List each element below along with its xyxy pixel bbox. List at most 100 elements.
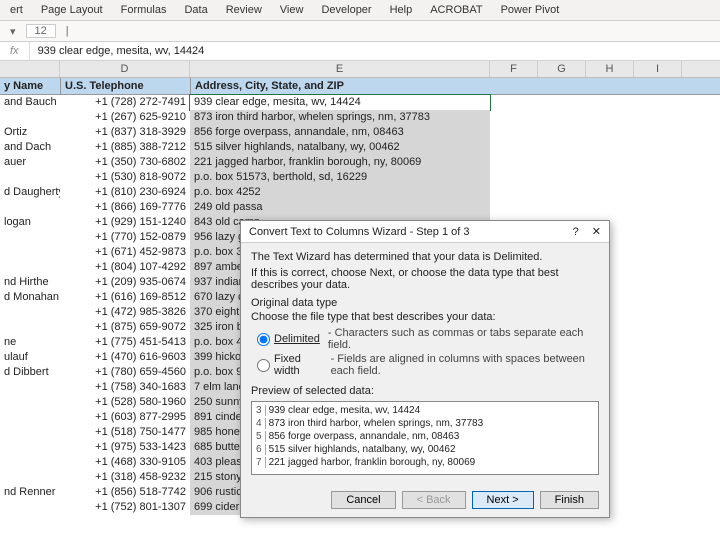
cell-addr[interactable]: 249 old passa xyxy=(190,200,490,215)
formula-value[interactable]: 939 clear edge, mesita, wv, 14424 xyxy=(30,42,213,60)
header-phone[interactable]: U.S. Telephone xyxy=(60,78,190,94)
cell-name[interactable] xyxy=(0,320,60,335)
cell-name[interactable] xyxy=(0,170,60,185)
tab-developer[interactable]: Developer xyxy=(321,4,371,16)
tab-formulas[interactable]: Formulas xyxy=(121,4,167,16)
cell-name[interactable]: Ortiz xyxy=(0,125,60,140)
cell-addr[interactable]: 939 clear edge, mesita, wv, 14424 xyxy=(190,95,490,110)
font-dropdown-icon[interactable]: ▾ xyxy=(10,25,16,38)
table-row[interactable]: +1 (530) 818-9072p.o. box 51573, berthol… xyxy=(0,170,720,185)
cell-name[interactable]: ulauf xyxy=(0,350,60,365)
tab-acrobat[interactable]: ACROBAT xyxy=(430,4,482,16)
cell-phone[interactable]: +1 (804) 107-4292 xyxy=(60,260,190,275)
cell-name[interactable] xyxy=(0,425,60,440)
cancel-button[interactable]: Cancel xyxy=(331,491,395,509)
cell-name[interactable] xyxy=(0,500,60,515)
cell-name[interactable]: and Bauch xyxy=(0,95,60,110)
cell-phone[interactable]: +1 (875) 659-9072 xyxy=(60,320,190,335)
cell-name[interactable]: d Daugherty xyxy=(0,185,60,200)
cell-phone[interactable]: +1 (616) 169-8512 xyxy=(60,290,190,305)
tab-page-layout[interactable]: Page Layout xyxy=(41,4,103,16)
cell-phone[interactable]: +1 (810) 230-6924 xyxy=(60,185,190,200)
back-button[interactable]: < Back xyxy=(402,491,466,509)
cell-addr[interactable]: p.o. box 4252 xyxy=(190,185,490,200)
cell-phone[interactable]: +1 (468) 330-9105 xyxy=(60,455,190,470)
preview-box[interactable]: 3939 clear edge, mesita, wv, 144244873 i… xyxy=(251,401,599,475)
table-row[interactable]: +1 (267) 625-9210873 iron third harbor, … xyxy=(0,110,720,125)
cell-addr[interactable]: 515 silver highlands, natalbany, wy, 004… xyxy=(190,140,490,155)
col-header-i[interactable]: I xyxy=(634,61,682,77)
cell-name[interactable] xyxy=(0,245,60,260)
col-header-h[interactable]: H xyxy=(586,61,634,77)
finish-button[interactable]: Finish xyxy=(540,491,599,509)
radio-delimited[interactable] xyxy=(257,333,270,346)
table-row[interactable]: d Daugherty+1 (810) 230-6924p.o. box 425… xyxy=(0,185,720,200)
cell-name[interactable]: d Monahan xyxy=(0,290,60,305)
cell-phone[interactable]: +1 (530) 818-9072 xyxy=(60,170,190,185)
table-row[interactable]: and Dach+1 (885) 388-7212515 silver high… xyxy=(0,140,720,155)
tab-data[interactable]: Data xyxy=(184,4,207,16)
radio-fixed-label[interactable]: Fixed width xyxy=(274,353,323,377)
radio-delimited-label[interactable]: Delimited xyxy=(274,333,320,345)
cell-phone[interactable]: +1 (775) 451-5413 xyxy=(60,335,190,350)
table-row[interactable]: and Bauch+1 (728) 272-7491939 clear edge… xyxy=(0,95,720,110)
cell-addr[interactable]: 856 forge overpass, annandale, nm, 08463 xyxy=(190,125,490,140)
cell-phone[interactable]: +1 (472) 985-3826 xyxy=(60,305,190,320)
cell-name[interactable]: auer xyxy=(0,155,60,170)
cell-name[interactable] xyxy=(0,305,60,320)
cell-phone[interactable]: +1 (752) 801-1307 xyxy=(60,500,190,515)
cell-name[interactable] xyxy=(0,200,60,215)
cell-name[interactable] xyxy=(0,260,60,275)
fx-label[interactable]: fx xyxy=(0,42,30,60)
header-name[interactable]: y Name xyxy=(0,78,60,94)
table-row[interactable]: Ortiz+1 (837) 318-3929856 forge overpass… xyxy=(0,125,720,140)
cell-name[interactable]: nd Hirthe xyxy=(0,275,60,290)
tab-help[interactable]: Help xyxy=(390,4,413,16)
table-row[interactable]: auer+1 (350) 730-6802221 jagged harbor, … xyxy=(0,155,720,170)
col-header-f[interactable]: F xyxy=(490,61,538,77)
cell-name[interactable] xyxy=(0,380,60,395)
col-header-blank[interactable] xyxy=(0,61,60,77)
cell-name[interactable] xyxy=(0,110,60,125)
help-icon[interactable]: ? xyxy=(573,226,579,238)
cell-addr[interactable]: p.o. box 51573, berthold, sd, 16229 xyxy=(190,170,490,185)
cell-phone[interactable]: +1 (837) 318-3929 xyxy=(60,125,190,140)
dialog-titlebar[interactable]: Convert Text to Columns Wizard - Step 1 … xyxy=(241,221,609,243)
cell-phone[interactable]: +1 (975) 533-1423 xyxy=(60,440,190,455)
cell-addr[interactable]: 873 iron third harbor, whelen springs, n… xyxy=(190,110,490,125)
cell-phone[interactable]: +1 (758) 340-1683 xyxy=(60,380,190,395)
cell-phone[interactable]: +1 (728) 272-7491 xyxy=(60,95,190,110)
cell-name[interactable]: d Dibbert xyxy=(0,365,60,380)
font-size-box[interactable]: 12 xyxy=(26,24,56,38)
cell-phone[interactable]: +1 (770) 152-0879 xyxy=(60,230,190,245)
cell-phone[interactable]: +1 (318) 458-9232 xyxy=(60,470,190,485)
table-row[interactable]: +1 (866) 169-7776249 old passa xyxy=(0,200,720,215)
cell-phone[interactable]: +1 (780) 659-4560 xyxy=(60,365,190,380)
cell-name[interactable]: nd Renner xyxy=(0,485,60,500)
cell-name[interactable]: logan xyxy=(0,215,60,230)
cell-phone[interactable]: +1 (866) 169-7776 xyxy=(60,200,190,215)
cell-phone[interactable]: +1 (470) 616-9603 xyxy=(60,350,190,365)
radio-fixed[interactable] xyxy=(257,359,270,372)
tab-review[interactable]: Review xyxy=(226,4,262,16)
cell-phone[interactable]: +1 (209) 935-0674 xyxy=(60,275,190,290)
cell-phone[interactable]: +1 (350) 730-6802 xyxy=(60,155,190,170)
cell-name[interactable] xyxy=(0,455,60,470)
col-header-d[interactable]: D xyxy=(60,61,190,77)
close-icon[interactable]: ✕ xyxy=(592,226,601,238)
next-button[interactable]: Next > xyxy=(472,491,534,509)
col-header-g[interactable]: G xyxy=(538,61,586,77)
tab-view[interactable]: View xyxy=(280,4,304,16)
cell-name[interactable] xyxy=(0,395,60,410)
cell-name[interactable]: and Dach xyxy=(0,140,60,155)
col-header-e[interactable]: E xyxy=(190,61,490,77)
cell-phone[interactable]: +1 (856) 518-7742 xyxy=(60,485,190,500)
cell-phone[interactable]: +1 (267) 625-9210 xyxy=(60,110,190,125)
cell-phone[interactable]: +1 (528) 580-1960 xyxy=(60,395,190,410)
tab-power-pivot[interactable]: Power Pivot xyxy=(501,4,560,16)
cell-phone[interactable]: +1 (885) 388-7212 xyxy=(60,140,190,155)
cell-phone[interactable]: +1 (603) 877-2995 xyxy=(60,410,190,425)
cell-name[interactable]: ne xyxy=(0,335,60,350)
cell-phone[interactable]: +1 (671) 452-9873 xyxy=(60,245,190,260)
cell-name[interactable] xyxy=(0,440,60,455)
